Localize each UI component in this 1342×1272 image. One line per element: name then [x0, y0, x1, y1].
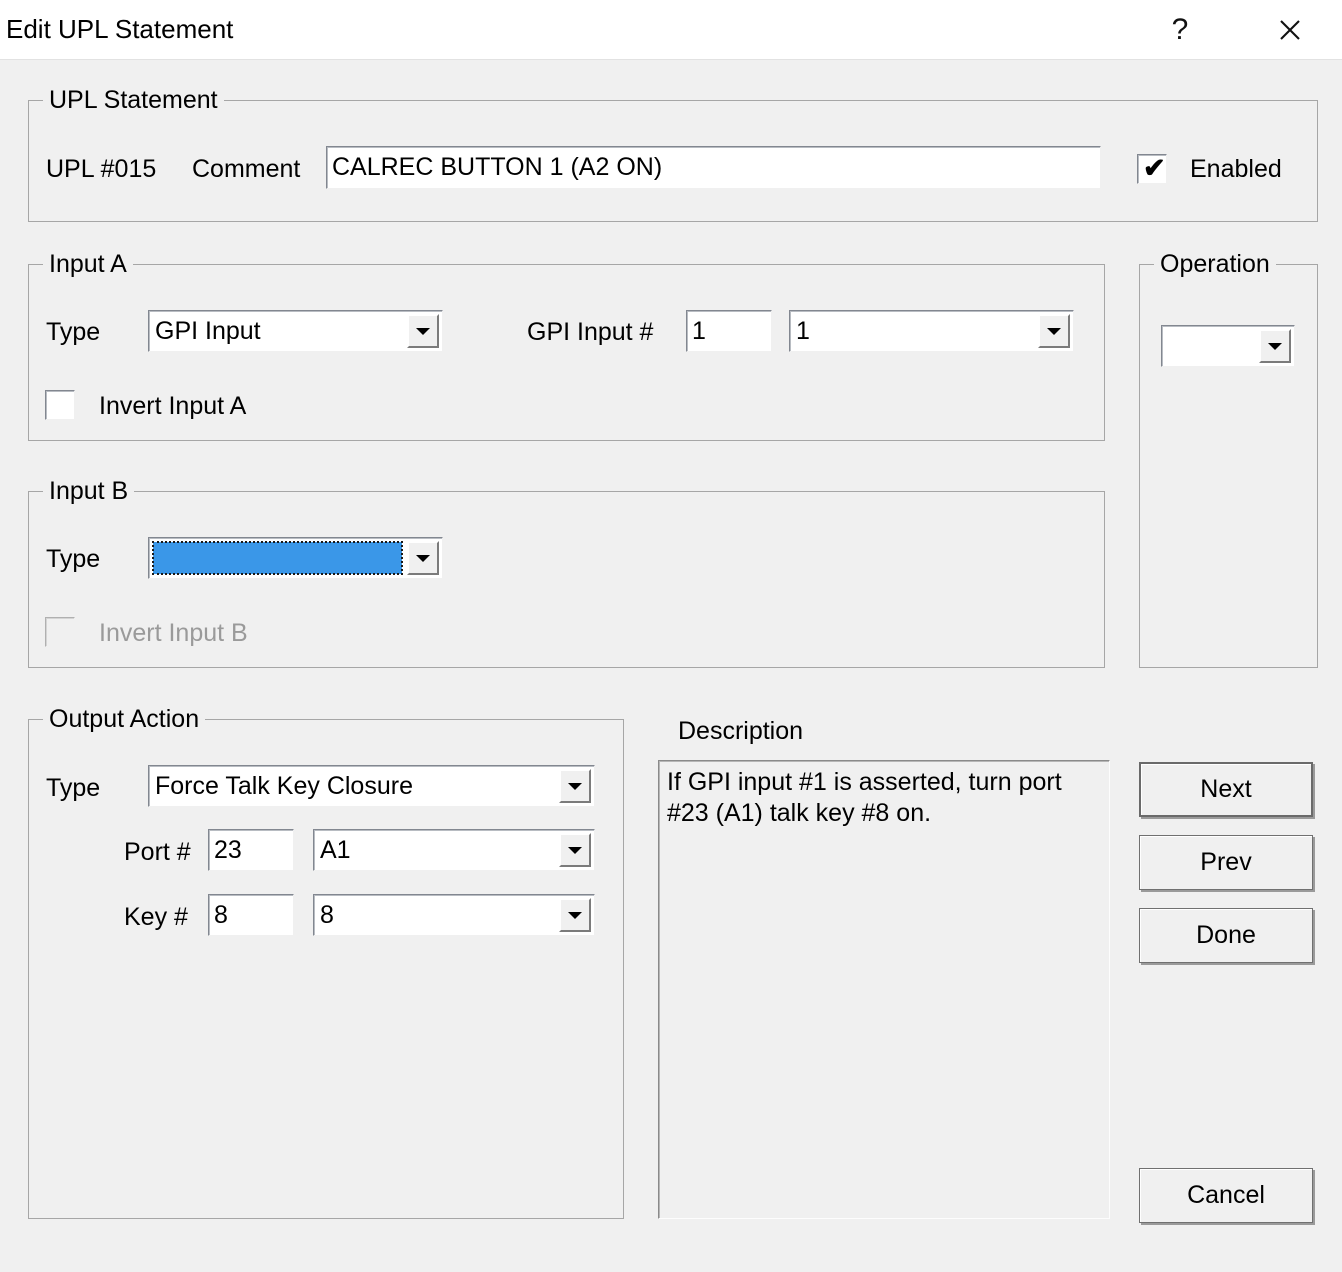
description-panel: If GPI input #1 is asserted, turn port #…	[658, 760, 1110, 1219]
gpi-input-number-label: GPI Input #	[527, 318, 654, 346]
key-number-label: Key #	[124, 903, 188, 931]
upl-statement-legend: UPL Statement	[43, 86, 224, 114]
input-b-type-combo[interactable]	[148, 537, 443, 579]
cancel-button[interactable]: Cancel	[1139, 1168, 1313, 1223]
output-type-combo[interactable]: Force Talk Key Closure	[148, 765, 595, 807]
window-title: Edit UPL Statement	[6, 14, 234, 44]
chevron-down-icon[interactable]	[559, 898, 591, 932]
enabled-checkbox[interactable]: ✔	[1137, 153, 1167, 184]
invert-input-a-checkbox[interactable]	[45, 390, 75, 420]
gpi-input-number-field[interactable]	[686, 310, 772, 352]
operation-combo[interactable]	[1161, 325, 1295, 367]
chevron-down-icon[interactable]	[559, 769, 591, 803]
dialog-body: UPL Statement UPL #015 Comment ✔ Enabled…	[0, 60, 1342, 1272]
output-type-value: Force Talk Key Closure	[155, 771, 413, 800]
chevron-down-icon[interactable]	[1259, 329, 1291, 363]
comment-input[interactable]	[326, 146, 1101, 189]
port-number-field[interactable]	[208, 829, 294, 871]
input-b-legend: Input B	[43, 477, 135, 505]
input-a-type-label: Type	[46, 318, 101, 346]
invert-input-a-label: Invert Input A	[99, 392, 247, 420]
help-icon[interactable]: ?	[1147, 0, 1213, 59]
input-a-type-value: GPI Input	[155, 316, 261, 345]
chevron-down-icon[interactable]	[407, 541, 439, 575]
check-tick-icon: ✔	[1143, 153, 1166, 183]
description-label: Description	[678, 717, 804, 745]
operation-value	[1168, 326, 1254, 366]
chevron-down-icon[interactable]	[559, 833, 591, 867]
port-number-label: Port #	[124, 838, 191, 866]
comment-label: Comment	[192, 155, 301, 183]
output-type-label: Type	[46, 774, 101, 802]
invert-input-b-checkbox	[45, 617, 75, 647]
key-select-combo[interactable]: 8	[313, 894, 595, 936]
gpi-input-select-value: 1	[796, 316, 810, 345]
key-number-field[interactable]	[208, 894, 294, 936]
key-select-value: 8	[320, 900, 334, 929]
title-bar: Edit UPL Statement ?	[0, 0, 1342, 60]
enabled-label: Enabled	[1190, 155, 1282, 183]
input-a-legend: Input A	[43, 250, 133, 278]
upl-number-label: UPL #015	[46, 155, 157, 183]
port-select-value: A1	[320, 835, 351, 864]
next-button[interactable]: Next	[1139, 762, 1313, 817]
done-button[interactable]: Done	[1139, 908, 1313, 963]
chevron-down-icon[interactable]	[407, 314, 439, 348]
close-icon[interactable]	[1257, 0, 1323, 59]
input-b-type-value	[152, 541, 403, 575]
chevron-down-icon[interactable]	[1038, 314, 1070, 348]
input-a-type-combo[interactable]: GPI Input	[148, 310, 443, 352]
invert-input-b-label: Invert Input B	[99, 619, 248, 647]
port-select-combo[interactable]: A1	[313, 829, 595, 871]
operation-legend: Operation	[1154, 250, 1276, 278]
input-b-type-label: Type	[46, 545, 101, 573]
output-action-legend: Output Action	[43, 705, 206, 733]
gpi-input-select-combo[interactable]: 1	[789, 310, 1074, 352]
prev-button[interactable]: Prev	[1139, 835, 1313, 890]
